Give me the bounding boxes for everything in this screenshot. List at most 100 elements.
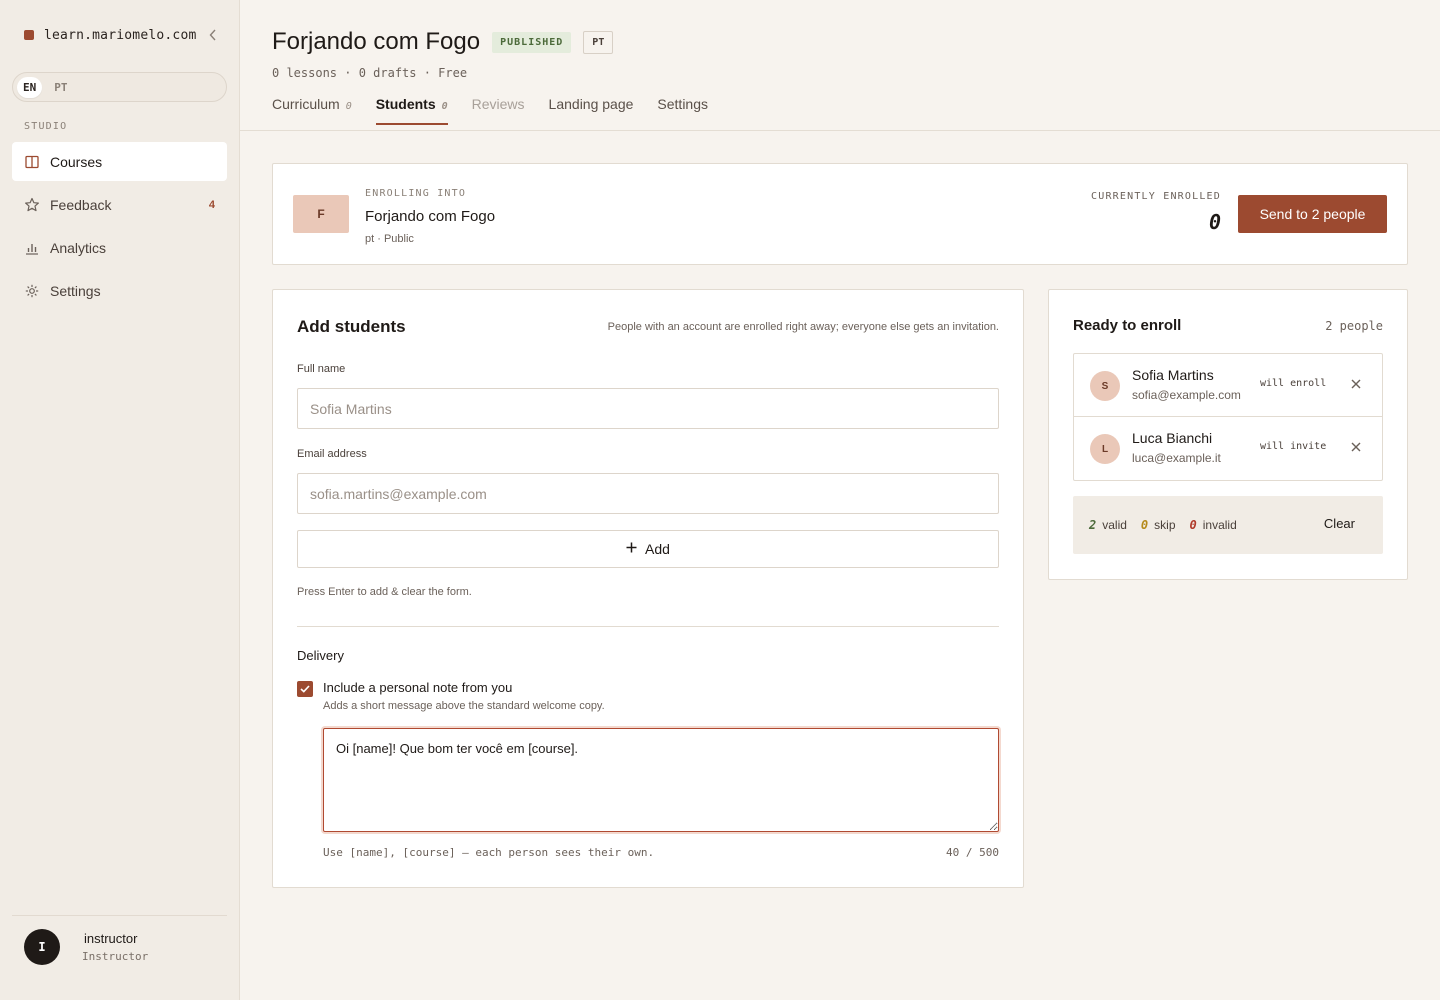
email-input[interactable] bbox=[297, 473, 999, 514]
collapse-sidebar-icon[interactable] bbox=[206, 26, 220, 44]
valid-number: 2 bbox=[1089, 518, 1097, 532]
enter-hint: Press Enter to add & clear the form. bbox=[297, 586, 472, 598]
personal-note-textarea[interactable]: Oi [name]! Que bom ter você em [course]. bbox=[323, 728, 999, 832]
checkmark-icon bbox=[300, 685, 310, 693]
currently-enrolled-count: 0 bbox=[1208, 210, 1221, 234]
bar-chart-icon bbox=[24, 240, 40, 256]
add-button-label: Add bbox=[645, 541, 670, 557]
sidebar-item-label: Feedback bbox=[50, 196, 112, 213]
tab-reviews[interactable]: Reviews bbox=[472, 96, 525, 124]
user-name: instructor bbox=[84, 931, 138, 946]
tab-students[interactable]: Students 0 bbox=[375, 96, 448, 125]
ready-title: Ready to enroll bbox=[1073, 317, 1182, 334]
lang-pt-button[interactable]: PT bbox=[48, 77, 73, 98]
note-placeholder-hint: Use [name], [course] — each person sees … bbox=[323, 846, 655, 859]
skip-count: 0 skip bbox=[1141, 518, 1176, 532]
page-title: Forjando com Fogo bbox=[272, 28, 481, 55]
ready-people-list: S Sofia Martins sofia@example.com will e… bbox=[1073, 353, 1383, 481]
add-students-card: Add students People with an account are … bbox=[272, 289, 1024, 888]
brand-name: learn.mariomelo.com bbox=[44, 27, 197, 43]
sidebar-item-label: Courses bbox=[50, 153, 103, 170]
enrollment-summary-card: F ENROLLING INTO Forjando com Fogo pt · … bbox=[272, 163, 1408, 265]
invalid-count: 0 invalid bbox=[1190, 518, 1237, 532]
clear-button[interactable]: Clear bbox=[1324, 516, 1355, 531]
tab-landing-page[interactable]: Landing page bbox=[549, 96, 634, 124]
skip-number: 0 bbox=[1140, 518, 1149, 532]
star-icon bbox=[24, 197, 40, 213]
tab-settings[interactable]: Settings bbox=[657, 96, 708, 124]
sidebar: learn.mariomelo.com EN PT STUDIO Courses… bbox=[0, 0, 240, 1000]
add-students-title: Add students bbox=[297, 317, 406, 336]
sidebar-item-analytics[interactable]: Analytics bbox=[12, 228, 227, 267]
enrolling-course-meta: pt · Public bbox=[365, 233, 414, 245]
remove-person-icon[interactable] bbox=[1348, 439, 1364, 455]
valid-label: valid bbox=[1102, 518, 1127, 532]
add-student-button[interactable]: Add bbox=[297, 530, 999, 568]
ready-to-enroll-card: Ready to enroll 2 people S Sofia Martins… bbox=[1048, 289, 1408, 580]
brand-logo-icon bbox=[24, 30, 34, 40]
lang-en-button[interactable]: EN bbox=[17, 76, 43, 98]
full-name-label: Full name bbox=[297, 363, 346, 375]
course-thumbnail: F bbox=[293, 195, 349, 233]
tab-label: Landing page bbox=[548, 96, 634, 112]
course-meta: 0 lessons · 0 drafts · Free bbox=[272, 66, 468, 80]
course-tabs: Curriculum 0 Students 0 Reviews Landing … bbox=[272, 96, 732, 125]
invalid-label: invalid bbox=[1202, 518, 1237, 532]
avatar: S bbox=[1090, 371, 1120, 401]
sidebar-item-settings[interactable]: Settings bbox=[12, 271, 227, 310]
sidebar-item-label: Analytics bbox=[50, 239, 107, 256]
personal-note-label[interactable]: Include a personal note from you bbox=[323, 680, 512, 695]
person-email: sofia@example.com bbox=[1132, 388, 1241, 402]
tab-label: Curriculum bbox=[272, 96, 340, 112]
send-invitations-button[interactable]: Send to 2 people bbox=[1238, 195, 1387, 233]
tab-label: Settings bbox=[657, 96, 709, 112]
tab-curriculum[interactable]: Curriculum 0 bbox=[272, 96, 352, 124]
person-status: will invite bbox=[1260, 441, 1327, 452]
add-students-hint: People with an account are enrolled righ… bbox=[607, 321, 999, 333]
brand[interactable]: learn.mariomelo.com bbox=[24, 26, 220, 44]
user-profile[interactable]: I instructor Instructor bbox=[12, 915, 227, 965]
user-role: Instructor bbox=[82, 950, 149, 963]
plus-icon bbox=[626, 540, 637, 558]
avatar: I bbox=[24, 929, 60, 965]
avatar: L bbox=[1090, 434, 1120, 464]
language-toggle: EN PT bbox=[12, 72, 227, 102]
course-header: Forjando com Fogo PUBLISHED PT 0 lessons… bbox=[240, 0, 1440, 131]
sidebar-nav: Courses Feedback 4 Analytics Settings bbox=[12, 142, 227, 314]
status-badge: PUBLISHED bbox=[492, 31, 572, 53]
validation-summary: 2 valid 0 skip 0 invalid Clear bbox=[1073, 496, 1383, 554]
person-name: Luca Bianchi bbox=[1132, 430, 1213, 446]
person-email: luca@example.it bbox=[1132, 451, 1221, 465]
currently-enrolled-label: CURRENTLY ENROLLED bbox=[1091, 191, 1221, 202]
sidebar-item-label: Settings bbox=[50, 282, 101, 299]
skip-label: skip bbox=[1154, 518, 1176, 532]
sidebar-item-feedback[interactable]: Feedback 4 bbox=[12, 185, 227, 224]
personal-note-checkbox[interactable] bbox=[297, 681, 313, 697]
invalid-number: 0 bbox=[1189, 518, 1197, 532]
tab-count: 0 bbox=[345, 101, 352, 112]
section-label-studio: STUDIO bbox=[24, 121, 68, 132]
tab-label: Students bbox=[375, 96, 436, 112]
enrolling-course-name: Forjando com Fogo bbox=[365, 208, 496, 225]
full-name-input[interactable] bbox=[297, 388, 999, 429]
list-item: L Luca Bianchi luca@example.it will invi… bbox=[1074, 417, 1382, 480]
tab-label: Reviews bbox=[471, 96, 525, 112]
remove-person-icon[interactable] bbox=[1348, 376, 1364, 392]
personal-note-sub: Adds a short message above the standard … bbox=[323, 700, 605, 712]
language-badge: PT bbox=[583, 30, 614, 54]
book-icon bbox=[24, 154, 40, 170]
enrolling-into-label: ENROLLING INTO bbox=[365, 188, 467, 199]
email-label: Email address bbox=[297, 448, 367, 460]
ready-count: 2 people bbox=[1325, 319, 1383, 333]
gear-icon bbox=[24, 283, 40, 299]
divider bbox=[297, 626, 999, 627]
sidebar-item-courses[interactable]: Courses bbox=[12, 142, 227, 181]
delivery-title: Delivery bbox=[297, 648, 344, 663]
person-status: will enroll bbox=[1260, 378, 1327, 389]
list-item: S Sofia Martins sofia@example.com will e… bbox=[1074, 354, 1382, 417]
feedback-count-badge: 4 bbox=[208, 198, 215, 211]
note-char-count: 40 / 500 bbox=[946, 846, 999, 859]
person-name: Sofia Martins bbox=[1132, 367, 1214, 383]
valid-count: 2 valid bbox=[1089, 518, 1127, 532]
tab-count: 0 bbox=[441, 101, 448, 112]
